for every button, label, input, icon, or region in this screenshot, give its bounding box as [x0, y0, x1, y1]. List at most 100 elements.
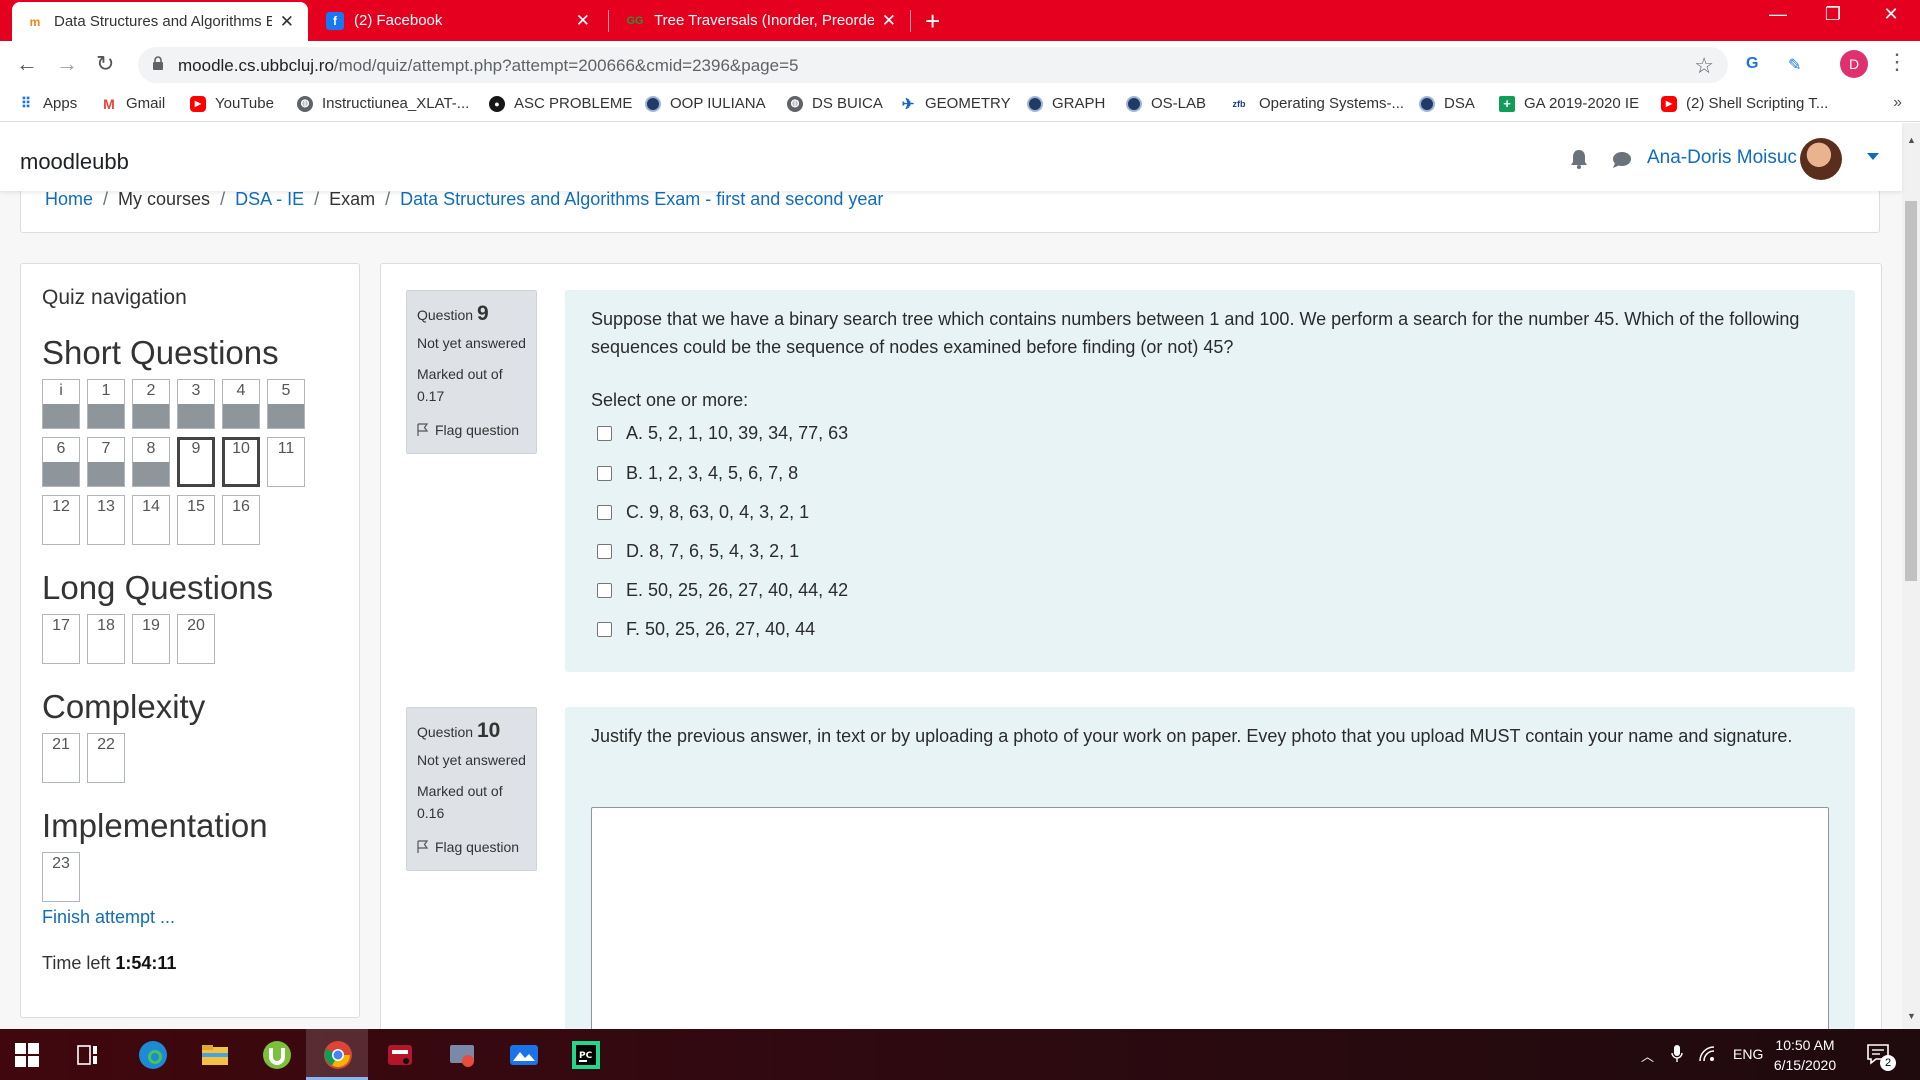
system-clock[interactable]: 10:50 AM 6/15/2020	[1765, 1035, 1845, 1075]
chrome-icon[interactable]	[322, 1039, 354, 1071]
answer-option-label[interactable]: E. 50, 25, 26, 27, 40, 44, 42	[626, 580, 848, 601]
answer-checkbox[interactable]	[597, 583, 612, 598]
finish-attempt-link[interactable]: Finish attempt ...	[42, 907, 175, 928]
quiz-nav-button[interactable]: 23	[42, 852, 80, 902]
scroll-up-arrow-icon[interactable]: ▲	[1907, 135, 1916, 145]
quiz-nav-button[interactable]: i	[42, 379, 80, 429]
answer-option-label[interactable]: D. 8, 7, 6, 5, 4, 3, 2, 1	[626, 541, 799, 562]
bookmark-instructiunea[interactable]: ◍ Instructiunea_XLAT-...	[297, 95, 469, 112]
answer-option-label[interactable]: A. 5, 2, 1, 10, 39, 34, 77, 63	[626, 423, 848, 444]
quiz-nav-button-current[interactable]: 9	[177, 437, 215, 487]
answer-option-d[interactable]: D. 8, 7, 6, 5, 4, 3, 2, 1	[597, 541, 799, 562]
quiz-nav-button[interactable]: 18	[87, 614, 125, 664]
windows-start-icon[interactable]	[15, 1043, 39, 1067]
input-language[interactable]: ENG	[1733, 1046, 1763, 1062]
quiz-nav-button[interactable]: 6	[42, 437, 80, 487]
extension-g-icon[interactable]: G	[1746, 55, 1758, 73]
scrollbar-thumb[interactable]	[1905, 201, 1917, 581]
quiz-nav-button[interactable]: 19	[132, 614, 170, 664]
close-tab-icon[interactable]: ✕	[280, 12, 294, 32]
quiz-nav-button-current[interactable]: 10	[222, 437, 260, 487]
bookmark-ga-2019-2020[interactable]: + GA 2019-2020 IE	[1499, 95, 1639, 112]
close-tab-icon[interactable]: ✕	[576, 11, 590, 31]
reload-icon[interactable]: ↻	[96, 51, 114, 77]
minimize-icon[interactable]: —	[1755, 4, 1801, 25]
wifi-icon[interactable]	[1698, 1045, 1716, 1063]
answer-checkbox[interactable]	[597, 505, 612, 520]
task-view-icon[interactable]	[76, 1043, 100, 1067]
answer-checkbox[interactable]	[597, 466, 612, 481]
answer-option-label[interactable]: C. 9, 8, 63, 0, 4, 3, 2, 1	[626, 502, 809, 523]
answer-checkbox[interactable]	[597, 622, 612, 637]
utorrent-icon[interactable]	[261, 1039, 293, 1071]
quiz-nav-button[interactable]: 21	[42, 733, 80, 783]
answer-checkbox[interactable]	[597, 426, 612, 441]
bookmark-operating-systems[interactable]: zfb Operating Systems-...	[1228, 95, 1405, 112]
answer-text-editor[interactable]	[591, 807, 1829, 1029]
bookmark-oop-iuliana[interactable]: OOP IULIANA	[645, 95, 766, 112]
quiz-nav-button[interactable]: 20	[177, 614, 215, 664]
quiz-nav-button[interactable]: 1	[87, 379, 125, 429]
close-tab-icon[interactable]: ✕	[882, 11, 896, 31]
more-bookmarks-icon[interactable]: »	[1893, 94, 1902, 112]
restore-icon[interactable]: ❐	[1810, 4, 1856, 25]
extension-pen-icon[interactable]: ✎	[1788, 55, 1801, 75]
bookmark-gmail[interactable]: M Gmail	[101, 95, 165, 112]
flag-question-button[interactable]: Flag question	[417, 419, 526, 441]
pycharm-icon[interactable]: PC	[570, 1039, 602, 1071]
file-explorer-icon[interactable]	[199, 1039, 231, 1071]
quiz-nav-button[interactable]: 14	[132, 495, 170, 545]
bookmark-asc-probleme[interactable]: ● ASC PROBLEME	[489, 95, 632, 112]
bookmark-dsa[interactable]: DSA	[1419, 95, 1475, 112]
screen-capture-icon[interactable]	[446, 1039, 478, 1071]
quiz-nav-button[interactable]: 11	[267, 437, 305, 487]
site-brand[interactable]: moodleubb	[20, 149, 129, 175]
answer-option-c[interactable]: C. 9, 8, 63, 0, 4, 3, 2, 1	[597, 502, 809, 523]
edge-browser-icon[interactable]	[137, 1039, 169, 1071]
quiz-nav-button[interactable]: 15	[177, 495, 215, 545]
messages-chat-icon[interactable]	[1612, 151, 1632, 169]
breadcrumb-course[interactable]: DSA - IE	[235, 191, 304, 209]
quiz-nav-button[interactable]: 22	[87, 733, 125, 783]
quiz-nav-button[interactable]: 7	[87, 437, 125, 487]
bookmark-youtube[interactable]: ▶ YouTube	[190, 95, 274, 112]
user-name[interactable]: Ana-Doris Moisuc	[1647, 147, 1797, 169]
close-window-icon[interactable]: ✕	[1868, 4, 1914, 25]
new-tab-button[interactable]: +	[925, 6, 940, 37]
bookmark-ds-buica[interactable]: ◍ DS BUICA	[787, 95, 883, 112]
tray-chevron-icon[interactable]: ︿	[1641, 1046, 1654, 1065]
profile-avatar[interactable]: D	[1840, 50, 1868, 78]
bookmark-star-icon[interactable]: ☆	[1694, 53, 1714, 79]
browser-menu-icon[interactable]: ⋮	[1886, 49, 1908, 75]
breadcrumb-home[interactable]: Home	[45, 191, 93, 209]
quiz-nav-button[interactable]: 12	[42, 495, 80, 545]
tab-facebook[interactable]: f (2) Facebook ✕	[312, 0, 604, 41]
quiz-nav-button[interactable]: 4	[222, 379, 260, 429]
tab-tree-traversals[interactable]: GG Tree Traversals (Inorder, Preorder ✕	[612, 0, 910, 41]
microphone-icon[interactable]	[1671, 1044, 1683, 1064]
answer-checkbox[interactable]	[597, 544, 612, 559]
address-bar[interactable]: moodle.cs.ubbcluj.ro/mod/quiz/attempt.ph…	[138, 47, 1728, 83]
user-menu-caret-icon[interactable]	[1867, 153, 1879, 160]
user-avatar[interactable]	[1800, 138, 1842, 180]
page-scrollbar[interactable]: ▲ ▼	[1902, 123, 1920, 1029]
game-app-icon[interactable]	[384, 1039, 416, 1071]
answer-option-b[interactable]: B. 1, 2, 3, 4, 5, 6, 7, 8	[597, 463, 798, 484]
breadcrumb-quiz[interactable]: Data Structures and Algorithms Exam - fi…	[400, 191, 883, 209]
quiz-nav-button[interactable]: 8	[132, 437, 170, 487]
flag-question-button[interactable]: Flag question	[417, 836, 526, 858]
tab-moodle-exam[interactable]: m Data Structures and Algorithms E ✕	[12, 2, 308, 41]
bookmark-apps[interactable]: ⠿ Apps	[18, 95, 77, 112]
scroll-down-arrow-icon[interactable]: ▼	[1907, 1011, 1916, 1021]
forward-icon[interactable]: →	[56, 51, 78, 77]
bookmark-graph[interactable]: GRAPH	[1027, 95, 1105, 112]
bookmark-shell-scripting[interactable]: ▶ (2) Shell Scripting T...	[1661, 95, 1828, 112]
quiz-nav-button[interactable]: 5	[267, 379, 305, 429]
answer-option-label[interactable]: F. 50, 25, 26, 27, 40, 44	[626, 619, 815, 640]
bookmark-os-lab[interactable]: OS-LAB	[1126, 95, 1206, 112]
answer-option-a[interactable]: A. 5, 2, 1, 10, 39, 34, 77, 63	[597, 423, 848, 444]
quiz-nav-button[interactable]: 2	[132, 379, 170, 429]
notifications-bell-icon[interactable]	[1570, 149, 1588, 169]
answer-option-e[interactable]: E. 50, 25, 26, 27, 40, 44, 42	[597, 580, 848, 601]
quiz-nav-button[interactable]: 16	[222, 495, 260, 545]
